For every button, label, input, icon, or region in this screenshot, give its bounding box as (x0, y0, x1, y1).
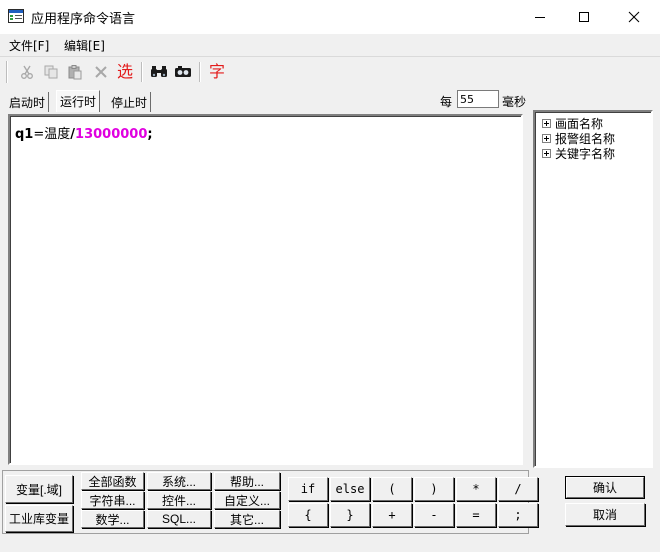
tree-item-alarm-group-names[interactable]: 报警组名称 (542, 131, 615, 146)
close-button[interactable] (610, 0, 658, 34)
help-button[interactable]: 帮助... (214, 472, 280, 490)
tab-startup[interactable]: 启动时 (6, 92, 50, 112)
find-button[interactable] (148, 61, 170, 83)
cut-icon (21, 65, 33, 79)
minimize-button[interactable] (516, 0, 564, 34)
tab-runtime[interactable]: 运行时 (56, 90, 101, 112)
sql-functions-button[interactable]: SQL... (147, 510, 211, 528)
window-title: 应用程序命令语言 (31, 12, 136, 27)
code-number: 13000000 (75, 127, 148, 142)
app-icon (8, 9, 24, 23)
expand-icon[interactable] (542, 119, 551, 128)
minimize-icon (535, 17, 545, 18)
string-functions-button[interactable]: 字符串... (81, 491, 144, 509)
custom-functions-button[interactable]: 自定义... (214, 491, 280, 509)
op-divide-button[interactable]: / (498, 477, 538, 501)
copy-icon (44, 65, 58, 79)
cut-button[interactable] (16, 61, 38, 83)
cancel-button[interactable]: 取消 (565, 503, 645, 526)
maximize-button[interactable] (560, 0, 608, 34)
code-terminator: ; (147, 127, 153, 142)
code-variable: q1 (15, 127, 34, 142)
menu-edit[interactable]: 编辑[E] (64, 37, 105, 54)
confirm-button[interactable]: 确认 (565, 476, 645, 499)
copy-button[interactable] (40, 61, 62, 83)
op-equals-button[interactable]: = (456, 503, 496, 527)
paste-icon (68, 65, 82, 80)
op-multiply-button[interactable]: * (456, 477, 496, 501)
op-minus-button[interactable]: - (414, 503, 454, 527)
interval-input[interactable] (457, 90, 499, 108)
delete-button[interactable] (90, 61, 112, 83)
variable-button[interactable]: 变量[.域] (5, 475, 73, 503)
menu-file[interactable]: 文件[F] (9, 37, 49, 54)
toolbar-grip (6, 61, 8, 83)
system-functions-button[interactable]: 系统... (147, 472, 211, 490)
font-button[interactable]: 字 (206, 61, 228, 83)
industrial-lib-variable-button[interactable]: 工业库变量 (5, 505, 73, 532)
op-open-paren-button[interactable]: ( (372, 477, 412, 501)
paste-button[interactable] (64, 61, 86, 83)
op-open-brace-button[interactable]: { (288, 503, 328, 527)
confirm-label: 确认 (566, 477, 644, 498)
math-functions-button[interactable]: 数学... (81, 510, 144, 528)
close-icon (628, 11, 640, 23)
find-icon (151, 66, 167, 77)
tree-item-label: 关键字名称 (555, 147, 616, 161)
replace-icon (175, 66, 191, 77)
tree-item-keyword-names[interactable]: 关键字名称 (542, 146, 615, 161)
other-functions-button[interactable]: 其它... (214, 510, 280, 528)
op-close-paren-button[interactable]: ) (414, 477, 454, 501)
all-functions-button[interactable]: 全部函数 (81, 472, 144, 490)
code-editor[interactable]: q1=温度/13000000; (8, 114, 523, 465)
interval-prefix: 每 (440, 95, 453, 109)
toolbar-separator (141, 62, 143, 82)
expand-icon[interactable] (542, 134, 551, 143)
op-else-button[interactable]: else (330, 477, 370, 501)
toolbar-separator (199, 62, 201, 82)
delete-icon (95, 66, 107, 78)
op-semicolon-button[interactable]: ; (498, 503, 538, 527)
font-label: 字 (208, 62, 225, 81)
op-plus-button[interactable]: + (372, 503, 412, 527)
tree-item-screen-names[interactable]: 画面名称 (542, 116, 603, 131)
maximize-icon (579, 12, 589, 22)
tab-shutdown[interactable]: 停止时 (108, 92, 152, 112)
select-label: 选 (116, 62, 133, 81)
interval-unit: 毫秒 (502, 95, 527, 109)
name-tree[interactable]: 画面名称 报警组名称 关键字名称 (533, 110, 653, 468)
code-identifier: 温度 (44, 127, 71, 142)
op-close-brace-button[interactable]: } (330, 503, 370, 527)
control-functions-button[interactable]: 控件... (147, 491, 211, 509)
op-if-button[interactable]: if (288, 477, 328, 501)
replace-button[interactable] (172, 61, 194, 83)
code-line: q1=温度/13000000; (15, 123, 153, 142)
expand-icon[interactable] (542, 149, 551, 158)
code-operator: = (33, 127, 45, 142)
select-button[interactable]: 选 (114, 61, 136, 83)
